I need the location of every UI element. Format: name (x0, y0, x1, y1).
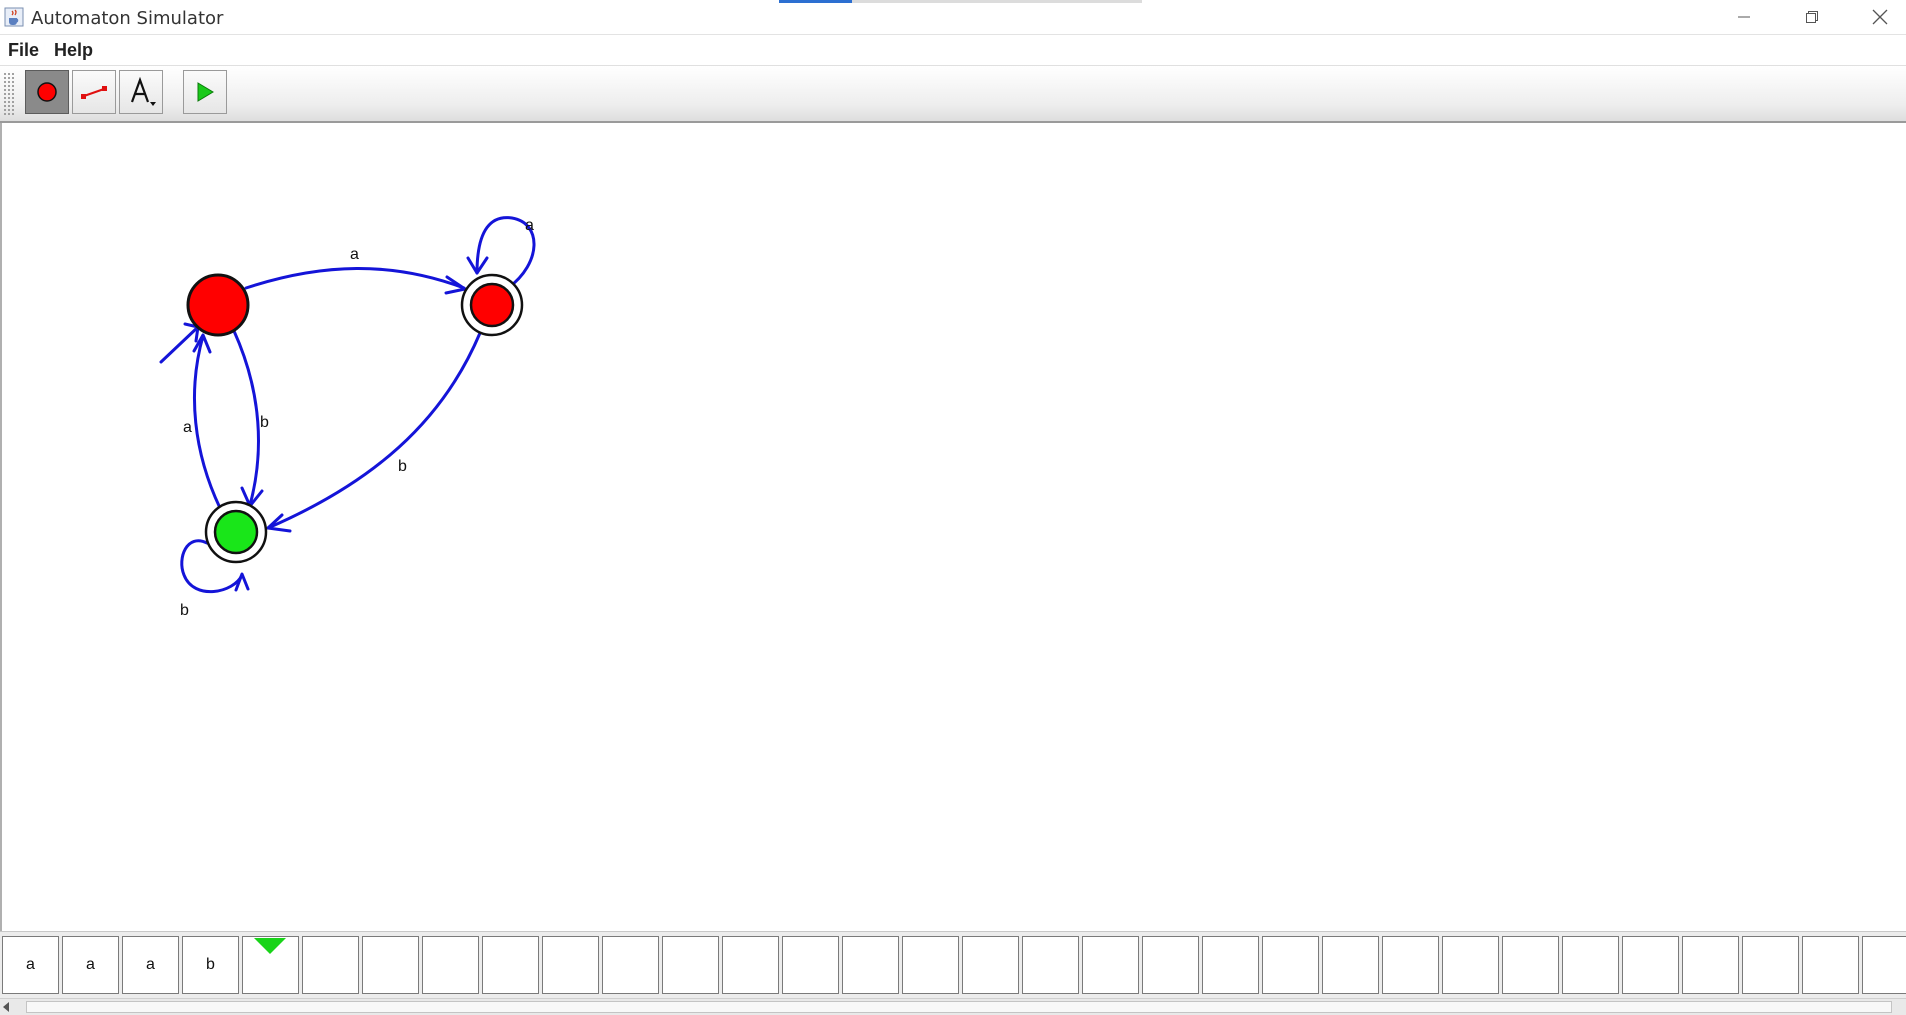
tape-cell[interactable] (842, 936, 899, 994)
state-q0[interactable] (186, 273, 250, 337)
window-title: Automaton Simulator (31, 8, 224, 29)
tape-cell[interactable] (362, 936, 419, 994)
minimize-icon (1738, 16, 1750, 18)
label-q0-q1[interactable]: a (350, 246, 359, 263)
label-q2-q0[interactable]: a (183, 419, 192, 436)
menu-file[interactable]: File (8, 40, 39, 61)
java-cup-icon (4, 7, 24, 27)
tape-cell[interactable] (1322, 936, 1379, 994)
tape-cell[interactable] (1382, 936, 1439, 994)
edge-q0-q2 (232, 329, 260, 507)
tape-cell[interactable]: b (182, 936, 239, 994)
tape-cell[interactable]: a (62, 936, 119, 994)
arrow-line-icon (81, 86, 107, 99)
tape-cell[interactable] (1262, 936, 1319, 994)
red-circle-icon (37, 82, 57, 102)
label-q0-q2[interactable]: b (260, 414, 269, 431)
tape-cell[interactable] (1502, 936, 1559, 994)
restore-icon (1806, 11, 1818, 23)
text-tool-button[interactable] (119, 70, 163, 114)
tape-cell[interactable] (1622, 936, 1679, 994)
tape-cell[interactable] (1082, 936, 1139, 994)
tape-cell[interactable]: a (2, 936, 59, 994)
tape-cell[interactable] (302, 936, 359, 994)
edge-q2-self-head (234, 572, 250, 592)
play-icon (197, 82, 214, 102)
tape-cell[interactable] (1562, 936, 1619, 994)
menu-help[interactable]: Help (54, 40, 93, 61)
initial-arrow (159, 325, 200, 364)
tape-cell[interactable] (1442, 936, 1499, 994)
tape-cell[interactable] (782, 936, 839, 994)
tape-cell[interactable] (722, 936, 779, 994)
close-button[interactable] (1846, 0, 1906, 34)
transition-tool-button[interactable] (72, 70, 116, 114)
automaton-canvas[interactable]: a a b a b b (0, 123, 1906, 931)
label-q2-self[interactable]: b (180, 602, 189, 619)
input-tape: aaab (0, 931, 1906, 999)
edge-q2-q0 (192, 334, 222, 510)
tape-cell[interactable]: a (122, 936, 179, 994)
tape-cell[interactable] (542, 936, 599, 994)
tape-cell[interactable] (482, 936, 539, 994)
scrollbar-thumb[interactable] (26, 1001, 1892, 1013)
letter-a-icon (130, 76, 156, 106)
horizontal-scrollbar[interactable] (0, 998, 1906, 1015)
tape-cell[interactable] (962, 936, 1019, 994)
tape-cell[interactable] (1862, 936, 1906, 994)
tape-cell[interactable] (1802, 936, 1859, 994)
tape-cell[interactable] (902, 936, 959, 994)
toolbar (0, 66, 1906, 123)
close-icon (1872, 9, 1888, 25)
minimize-button[interactable] (1710, 0, 1778, 34)
menu-bar: File Help (0, 35, 1906, 66)
automaton-diagram[interactable]: a a b a b b (2, 123, 1906, 931)
title-progress-bar (779, 0, 1142, 3)
toolbar-grip[interactable] (3, 72, 15, 116)
label-q1-q2[interactable]: b (398, 458, 407, 475)
tape-head-marker (254, 938, 286, 954)
state-q2[interactable] (204, 500, 268, 564)
tape-cell[interactable] (1202, 936, 1259, 994)
tape-cell[interactable] (662, 936, 719, 994)
state-q1[interactable] (460, 273, 524, 337)
scroll-left-icon[interactable] (3, 1002, 9, 1012)
label-q1-self[interactable]: a (525, 217, 534, 234)
state-tool-button[interactable] (25, 70, 69, 114)
edge-q1-q2 (266, 331, 482, 530)
restore-button[interactable] (1778, 0, 1846, 34)
tape-cell[interactable] (602, 936, 659, 994)
edge-q0-q1 (244, 267, 466, 290)
tape-cell[interactable] (1742, 936, 1799, 994)
title-bar: Automaton Simulator (0, 0, 1906, 35)
tape-cell[interactable] (422, 936, 479, 994)
run-tool-button[interactable] (183, 70, 227, 114)
tape-cell[interactable] (1682, 936, 1739, 994)
tape-cell[interactable] (1022, 936, 1079, 994)
tape-cell[interactable] (1142, 936, 1199, 994)
